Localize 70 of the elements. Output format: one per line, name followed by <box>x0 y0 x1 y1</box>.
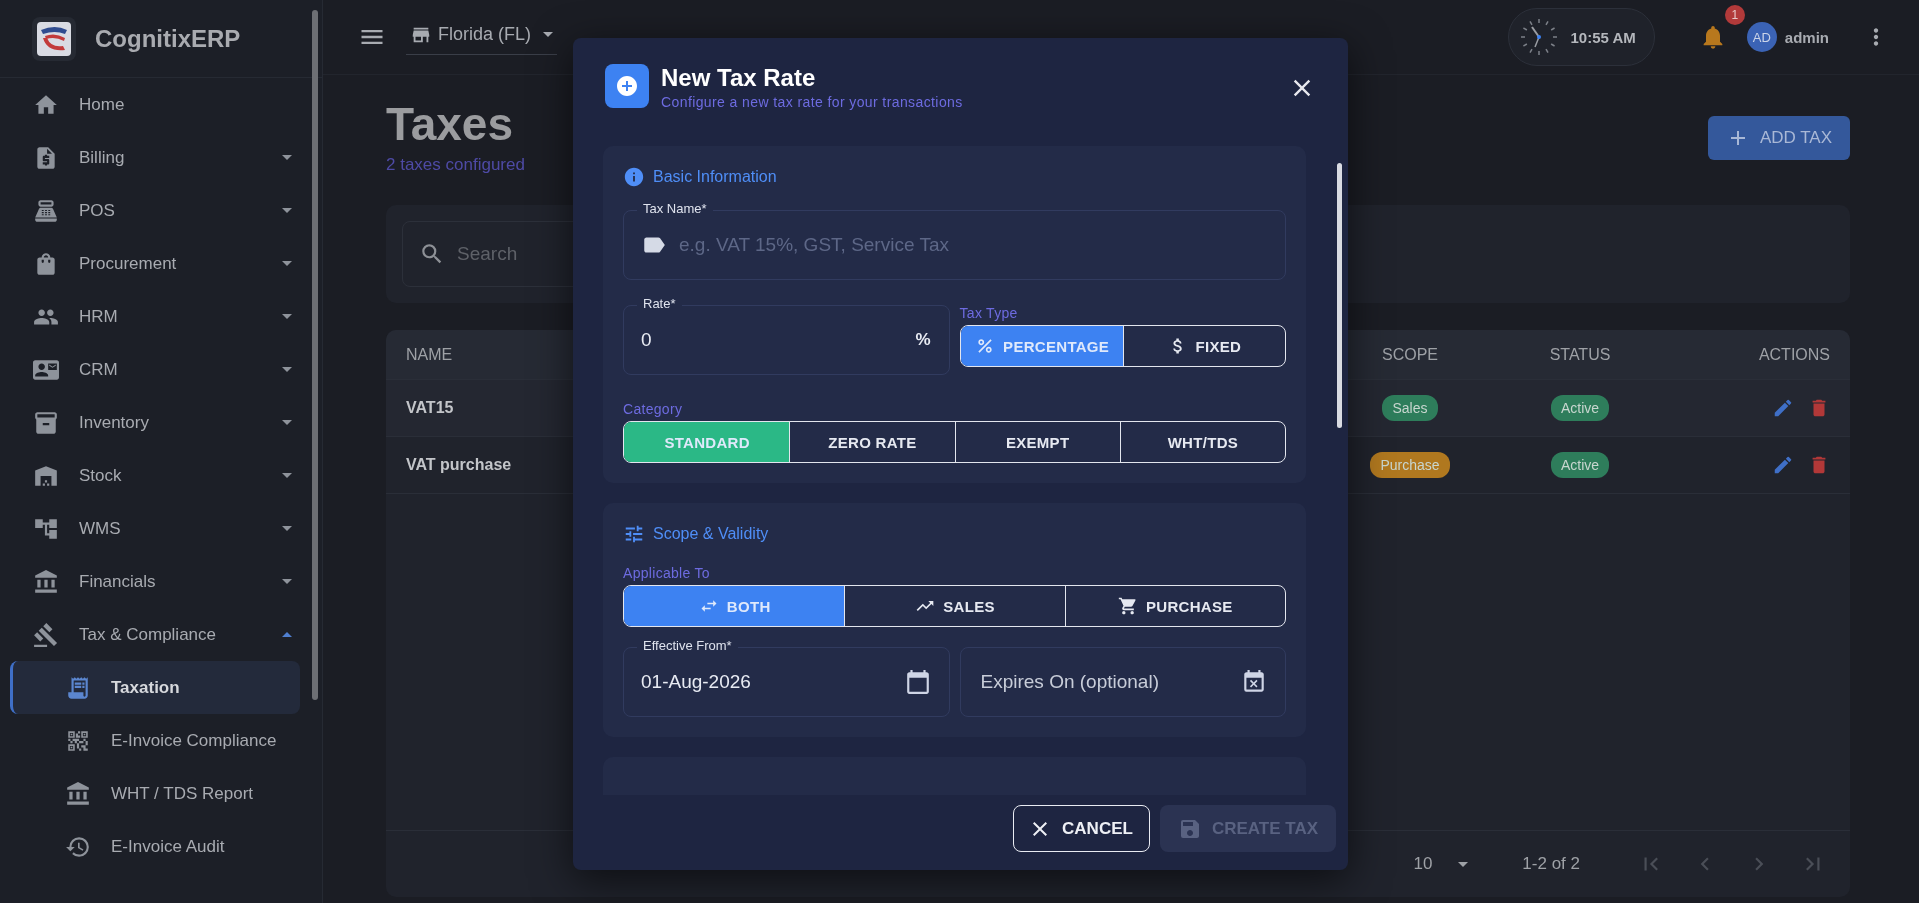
dialog-title: New Tax Rate <box>661 64 817 92</box>
user-name: admin <box>1784 28 1829 46</box>
option-button[interactable]: ZERO RATE <box>789 422 955 462</box>
sidebar-item[interactable]: Tax & Compliance <box>10 608 300 661</box>
sidebar-item[interactable]: CRM <box>10 343 300 396</box>
field-label: Rate* <box>637 296 682 311</box>
archive-box-icon <box>33 409 59 436</box>
sidebar-item[interactable]: Financials <box>10 555 300 608</box>
column-header: ACTIONS <box>1758 345 1830 364</box>
bank-icon <box>33 568 59 595</box>
notification-count: 1 <box>1724 5 1745 25</box>
brand-name: CognitixERP <box>95 24 241 53</box>
sidebar-item[interactable]: POS <box>10 184 300 237</box>
edit-icon[interactable] <box>1772 454 1794 476</box>
register-icon <box>33 197 59 224</box>
sidebar-subitem[interactable]: WHT / TDS Report <box>10 767 300 820</box>
store-selector[interactable]: Florida (FL) <box>406 19 557 55</box>
option-button[interactable]: PURCHASE <box>1064 586 1285 626</box>
option-button[interactable]: FIXED <box>1122 326 1285 366</box>
scope-badge: Purchase <box>1370 452 1450 478</box>
sidebar-subitem[interactable]: Taxation <box>10 661 300 714</box>
field-label: Effective From* <box>637 638 738 653</box>
option-button[interactable]: SALES <box>844 586 1065 626</box>
option-button[interactable]: EXEMPT <box>954 422 1120 462</box>
sidebar-item[interactable]: Stock <box>10 449 300 502</box>
sidebar-item[interactable]: HRM <box>10 290 300 343</box>
dialog-subtitle: Configure a new tax rate for your transactions <box>661 94 963 110</box>
section-heading: Scope & Validity <box>653 525 769 543</box>
sidebar-item[interactable]: Procurement <box>10 237 300 290</box>
option-button[interactable]: WHT/TDS <box>1119 422 1285 462</box>
rows-per-page-select[interactable]: 10 <box>1407 853 1475 875</box>
column-header: STATUS <box>1549 345 1611 364</box>
section-heading: Basic Information <box>653 168 777 186</box>
info-icon <box>623 166 645 188</box>
clock-time: 10:55 AM <box>1570 28 1636 46</box>
status-badge: Active <box>1550 395 1610 421</box>
sidebar-item[interactable]: Billing <box>10 131 300 184</box>
column-header: NAME <box>406 345 453 364</box>
sidebar-item[interactable]: Home <box>10 78 300 131</box>
sliders-icon <box>623 523 645 545</box>
gavel-icon <box>33 621 59 648</box>
sidebar-item[interactable]: Inventory <box>10 396 300 449</box>
sidebar-item[interactable]: WMS <box>10 502 300 555</box>
field-label: Tax Name* <box>637 201 713 216</box>
calendar-icon <box>904 669 931 695</box>
group-label: Category <box>623 401 684 417</box>
page-range: 1-2 of 2 <box>1522 854 1580 874</box>
table-cell: VAT15 <box>406 399 454 417</box>
caret-icon <box>1458 861 1469 867</box>
clock-icon <box>1518 17 1559 57</box>
table-cell: VAT purchase <box>406 456 512 474</box>
logo-icon <box>31 15 77 62</box>
sidebar-subitem[interactable]: E-Invoice Audit <box>10 820 300 873</box>
cancel-button[interactable]: CANCEL <box>1013 805 1150 852</box>
caret-icon <box>543 32 553 37</box>
user-avatar[interactable]: AD <box>1746 22 1777 52</box>
group-label: Applicable To <box>623 565 711 581</box>
scope-badge: Sales <box>1382 395 1438 421</box>
column-header: SCOPE <box>1382 345 1438 364</box>
status-badge: Active <box>1550 452 1610 478</box>
sidebar-subitem[interactable]: E-Invoice Compliance <box>10 714 300 767</box>
group-label: Tax Type <box>959 305 1019 321</box>
page-subtitle: 2 taxes configured <box>386 155 525 175</box>
percent-suffix: % <box>915 330 931 350</box>
receipt-icon <box>65 674 91 701</box>
date-field[interactable]: Expires On (optional) <box>959 647 1286 717</box>
edit-icon[interactable] <box>1772 397 1794 419</box>
page-title: Taxes <box>386 97 515 151</box>
calendar-cross-icon <box>1241 669 1267 695</box>
bank-icon <box>65 780 91 807</box>
